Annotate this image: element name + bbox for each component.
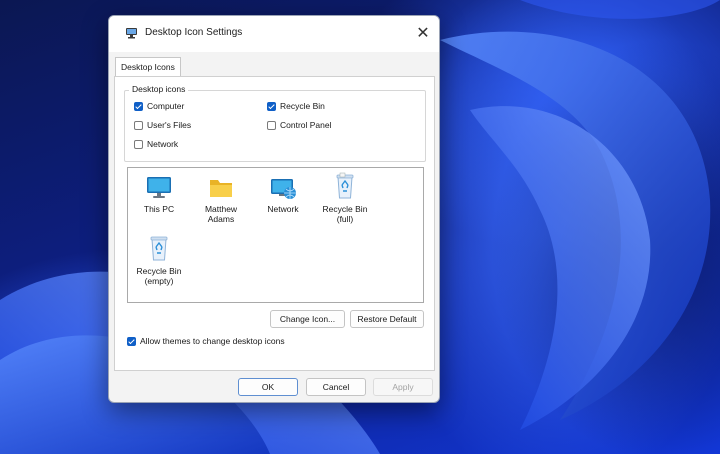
- tab-strip: Desktop Icons: [109, 54, 439, 77]
- recycle-bin-checkbox[interactable]: Recycle Bin: [267, 99, 325, 113]
- network-checkbox-label: Network: [147, 139, 179, 149]
- control-panel-checkbox-box[interactable]: [267, 120, 276, 130]
- computer-checkbox-label: Computer: [147, 101, 185, 111]
- list-item-label: Matthew Adams: [190, 204, 252, 224]
- cancel-button[interactable]: Cancel: [306, 378, 366, 396]
- list-item-label: This PC: [128, 204, 190, 214]
- control-panel-checkbox[interactable]: Control Panel: [267, 118, 332, 132]
- label-line: Matthew: [204, 204, 238, 214]
- label-line: Adams: [207, 214, 235, 224]
- control-panel-checkbox-label: Control Panel: [280, 120, 332, 130]
- list-item-label: Network: [252, 204, 314, 214]
- network-checkbox-box[interactable]: [134, 139, 143, 149]
- groupbox-legend: Desktop icons: [129, 83, 189, 95]
- recycle-bin-checkbox-label: Recycle Bin: [280, 101, 325, 111]
- network-checkbox[interactable]: Network: [134, 137, 178, 151]
- list-item-label: Recycle Bin (full): [314, 204, 376, 224]
- close-icon: ✕: [416, 25, 430, 42]
- apply-button[interactable]: Apply: [373, 378, 433, 396]
- allow-themes-checkbox[interactable]: Allow themes to change desktop icons: [127, 334, 285, 348]
- list-item-recycle-bin-full[interactable]: Recycle Bin (full): [314, 172, 376, 224]
- users-files-checkbox[interactable]: User's Files: [134, 118, 191, 132]
- recycle-bin-empty-icon: [128, 234, 190, 262]
- monitor-icon: [128, 176, 190, 200]
- label-line: Recycle Bin: [322, 204, 368, 214]
- label-line: Network: [267, 204, 299, 214]
- computer-checkbox[interactable]: Computer: [134, 99, 184, 113]
- computer-checkbox-box[interactable]: [134, 101, 143, 111]
- folder-icon: [190, 176, 252, 200]
- restore-default-button[interactable]: Restore Default: [350, 310, 424, 328]
- desktop-settings-icon: [125, 27, 139, 40]
- recycle-bin-full-icon: [314, 172, 376, 200]
- users-files-checkbox-label: User's Files: [147, 120, 192, 130]
- list-item-matthew-adams[interactable]: Matthew Adams: [190, 176, 252, 224]
- desktop-icon-list[interactable]: This PC Matthew Adams Network Recycle Bi…: [127, 167, 424, 303]
- tab-desktop-icons[interactable]: Desktop Icons: [115, 57, 181, 77]
- desktop-icon-settings-dialog: Desktop Icon Settings ✕ Desktop Icons De…: [108, 15, 440, 403]
- list-item-label: Recycle Bin (empty): [128, 266, 190, 286]
- ok-button[interactable]: OK: [238, 378, 298, 396]
- list-item-recycle-bin-empty[interactable]: Recycle Bin (empty): [128, 234, 190, 286]
- dialog-title: Desktop Icon Settings: [145, 27, 243, 38]
- label-line: Recycle Bin: [136, 266, 182, 276]
- label-line: This PC: [143, 204, 175, 214]
- network-icon: [252, 176, 314, 200]
- list-item-this-pc[interactable]: This PC: [128, 176, 190, 214]
- label-line: (full): [336, 214, 354, 224]
- allow-themes-checkbox-label: Allow themes to change desktop icons: [140, 336, 285, 346]
- list-item-network[interactable]: Network: [252, 176, 314, 214]
- allow-themes-checkbox-box[interactable]: [127, 336, 136, 346]
- change-icon-button[interactable]: Change Icon...: [270, 310, 345, 328]
- users-files-checkbox-box[interactable]: [134, 120, 143, 130]
- recycle-bin-checkbox-box[interactable]: [267, 101, 276, 111]
- close-button[interactable]: ✕: [411, 22, 435, 46]
- title-bar[interactable]: Desktop Icon Settings ✕: [109, 16, 439, 52]
- dialog-footer: OK Cancel Apply: [109, 372, 439, 402]
- tab-panel-desktop-icons: Desktop icons Computer Recycle Bin User'…: [114, 76, 435, 371]
- label-line: (empty): [144, 276, 174, 286]
